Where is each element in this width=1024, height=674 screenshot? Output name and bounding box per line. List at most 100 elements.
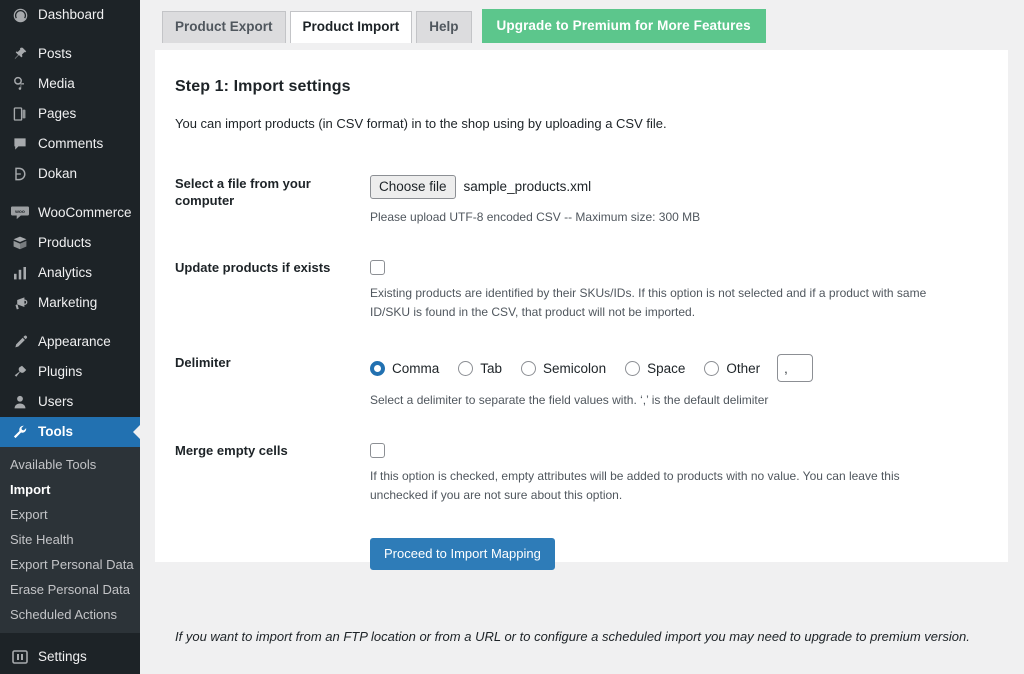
intro-text: You can import products (in CSV format) … bbox=[175, 114, 988, 134]
merge-empty-helper-text: If this option is checked, empty attribu… bbox=[370, 467, 958, 505]
sidebar-item-label: Tools bbox=[38, 417, 73, 447]
delimiter-option-label: Other bbox=[726, 361, 760, 376]
tools-submenu: Available ToolsImportExportSite HealthEx… bbox=[0, 447, 140, 633]
delimiter-option-label: Semicolon bbox=[543, 361, 606, 376]
admin-sidebar: Dashboard PostsMediaPagesCommentsDokan woo… bbox=[0, 0, 140, 674]
sidebar-item-media[interactable]: Media bbox=[0, 69, 140, 99]
plugins-icon bbox=[10, 362, 30, 382]
marketing-icon bbox=[10, 293, 30, 313]
sidebar-item-analytics[interactable]: Analytics bbox=[0, 258, 140, 288]
delimiter-option-other[interactable]: Other bbox=[704, 361, 760, 376]
sidebar-item-dashboard[interactable]: Dashboard bbox=[0, 0, 140, 30]
delimiter-helper-text: Select a delimiter to separate the field… bbox=[370, 391, 970, 410]
svg-text:woo: woo bbox=[14, 210, 25, 215]
sidebar-item-posts[interactable]: Posts bbox=[0, 39, 140, 69]
submit-cell: Proceed to Import Mapping bbox=[370, 522, 988, 586]
choose-file-button[interactable]: Choose file bbox=[370, 175, 456, 199]
tab-product-export[interactable]: Product Export bbox=[162, 11, 286, 43]
submenu-item-site-health[interactable]: Site Health bbox=[0, 527, 140, 552]
sidebar-item-label: Users bbox=[38, 387, 73, 417]
sidebar-item-label: Products bbox=[38, 228, 91, 258]
tab-upgrade-to-premium[interactable]: Upgrade to Premium for More Features bbox=[482, 9, 766, 43]
delimiter-option-space[interactable]: Space bbox=[625, 361, 685, 376]
admin-screen: Dashboard PostsMediaPagesCommentsDokan woo… bbox=[0, 0, 1024, 674]
submenu-item-erase-personal-data[interactable]: Erase Personal Data bbox=[0, 577, 140, 602]
dashboard-icon bbox=[10, 5, 30, 25]
woocommerce-icon: woo bbox=[10, 203, 30, 223]
delimiter-option-tab[interactable]: Tab bbox=[458, 361, 502, 376]
file-field-cell: Choose file sample_products.xml Please u… bbox=[370, 164, 988, 243]
radio-tab[interactable] bbox=[458, 361, 473, 376]
sidebar-item-label: Pages bbox=[38, 99, 76, 129]
sidebar-item-label: Dashboard bbox=[38, 0, 104, 30]
sidebar-item-dokan[interactable]: Dokan bbox=[0, 159, 140, 189]
submenu-item-import[interactable]: Import bbox=[0, 477, 140, 502]
form-row-file: Select a file from your computer Choose … bbox=[175, 164, 988, 243]
sidebar-item-marketing[interactable]: Marketing bbox=[0, 288, 140, 318]
selected-filename: sample_products.xml bbox=[464, 179, 592, 194]
submenu-item-export[interactable]: Export bbox=[0, 502, 140, 527]
pin-icon bbox=[10, 44, 30, 64]
form-row-merge-empty: Merge empty cells If this option is chec… bbox=[175, 426, 988, 521]
dokan-icon bbox=[10, 164, 30, 184]
delimiter-option-label: Space bbox=[647, 361, 685, 376]
submenu-item-scheduled-actions[interactable]: Scheduled Actions bbox=[0, 602, 140, 627]
sidebar-item-label: Settings bbox=[38, 642, 87, 672]
file-helper-text: Please upload UTF-8 encoded CSV -- Maxim… bbox=[370, 208, 970, 227]
sidebar-item-users[interactable]: Users bbox=[0, 387, 140, 417]
merge-empty-cell: If this option is checked, empty attribu… bbox=[370, 426, 988, 521]
sidebar-item-plugins[interactable]: Plugins bbox=[0, 357, 140, 387]
submenu-item-available-tools[interactable]: Available Tools bbox=[0, 452, 140, 477]
sidebar-item-label: Analytics bbox=[38, 258, 92, 288]
sidebar-item-label: Dokan bbox=[38, 159, 77, 189]
menu-separator bbox=[0, 633, 140, 642]
delimiter-option-label: Comma bbox=[392, 361, 439, 376]
sidebar-item-label: Posts bbox=[38, 39, 72, 69]
sidebar-item-label: Media bbox=[38, 69, 75, 99]
sidebar-item-woocommerce[interactable]: woo WooCommerce bbox=[0, 198, 140, 228]
tab-help[interactable]: Help bbox=[416, 11, 471, 43]
appearance-icon bbox=[10, 332, 30, 352]
delimiter-option-comma[interactable]: Comma bbox=[370, 361, 439, 376]
form-row-delimiter: Delimiter CommaTabSemicolonSpaceOther Se… bbox=[175, 338, 988, 426]
tab-product-import[interactable]: Product Import bbox=[290, 11, 413, 43]
file-field-label: Select a file from your computer bbox=[175, 164, 370, 243]
delimiter-option-semicolon[interactable]: Semicolon bbox=[521, 361, 606, 376]
sidebar-item-label: Comments bbox=[38, 129, 103, 159]
update-products-label: Update products if exists bbox=[175, 243, 370, 338]
pages-icon bbox=[10, 104, 30, 124]
sidebar-item-tools[interactable]: Tools bbox=[0, 417, 140, 447]
delimiter-cell: Comma Tab Semicolon Space Other Select a del… bbox=[370, 338, 988, 426]
sidebar-item-label: Plugins bbox=[38, 357, 82, 387]
radio-comma[interactable] bbox=[370, 361, 385, 376]
update-products-checkbox[interactable] bbox=[370, 260, 385, 275]
submenu-item-export-personal-data[interactable]: Export Personal Data bbox=[0, 552, 140, 577]
form-row-update-products: Update products if exists Existing produ… bbox=[175, 243, 988, 338]
delimiter-option-label: Tab bbox=[480, 361, 502, 376]
media-icon bbox=[10, 74, 30, 94]
sidebar-item-label: Appearance bbox=[38, 327, 111, 357]
sidebar-item-comments[interactable]: Comments bbox=[0, 129, 140, 159]
tab-bar: Product ExportProduct ImportHelp Upgrade … bbox=[140, 0, 1024, 40]
sidebar-item-pages[interactable]: Pages bbox=[0, 99, 140, 129]
sidebar-item-settings[interactable]: Settings bbox=[0, 642, 140, 672]
delimiter-other-input[interactable] bbox=[777, 354, 813, 382]
update-products-cell: Existing products are identified by thei… bbox=[370, 243, 988, 338]
proceed-to-import-mapping-button[interactable]: Proceed to Import Mapping bbox=[370, 538, 555, 570]
sidebar-item-products[interactable]: Products bbox=[0, 228, 140, 258]
import-settings-card: Step 1: Import settings You can import p… bbox=[155, 50, 1008, 562]
premium-footnote: If you want to import from an FTP locati… bbox=[175, 627, 988, 647]
page-title: Step 1: Import settings bbox=[175, 78, 988, 96]
sidebar-item-label: Marketing bbox=[38, 288, 97, 318]
users-icon bbox=[10, 392, 30, 412]
submit-spacer bbox=[175, 522, 370, 586]
merge-empty-checkbox[interactable] bbox=[370, 443, 385, 458]
radio-space[interactable] bbox=[625, 361, 640, 376]
merge-empty-label: Merge empty cells bbox=[175, 426, 370, 521]
sidebar-item-label: WooCommerce bbox=[38, 198, 132, 228]
radio-semicolon[interactable] bbox=[521, 361, 536, 376]
sidebar-item-appearance[interactable]: Appearance bbox=[0, 327, 140, 357]
radio-other[interactable] bbox=[704, 361, 719, 376]
tools-icon bbox=[10, 422, 30, 442]
update-products-helper-text: Existing products are identified by thei… bbox=[370, 284, 958, 322]
